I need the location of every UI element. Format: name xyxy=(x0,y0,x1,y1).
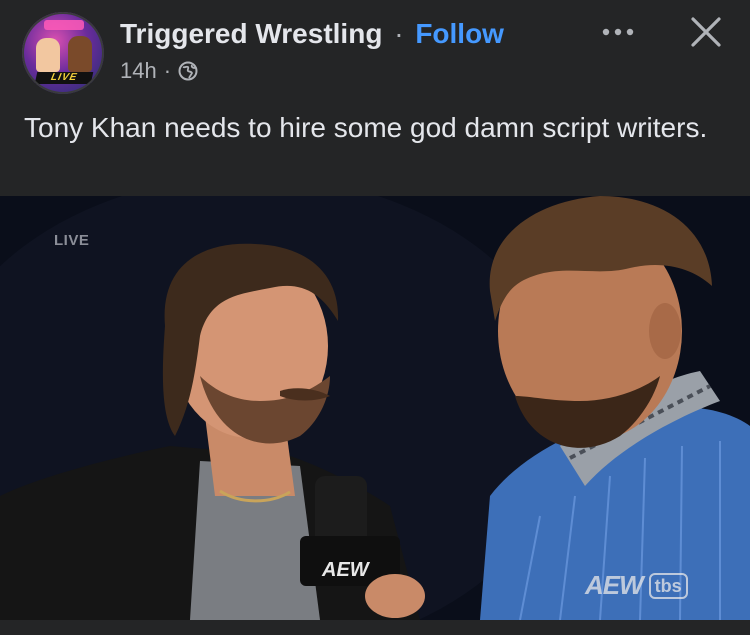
meta-separator: · xyxy=(163,58,172,83)
more-options-button[interactable] xyxy=(596,18,640,48)
name-separator: · xyxy=(394,18,404,49)
live-watermark: LIVE xyxy=(54,232,90,249)
broadcast-logo: AEW tbs xyxy=(585,570,688,601)
post-caption: Tony Khan needs to hire some god damn sc… xyxy=(24,112,708,143)
facebook-post: LIVE Triggered Wrestling · Follow 14h · xyxy=(0,0,750,635)
close-button[interactable] xyxy=(682,10,730,58)
post-meta: 14h · xyxy=(120,58,198,84)
page-name-link[interactable]: Triggered Wrestling xyxy=(120,18,382,49)
close-icon xyxy=(690,16,722,53)
post-bottom-edge xyxy=(0,620,750,635)
aew-logo-text: AEW xyxy=(585,570,644,600)
page-avatar[interactable]: LIVE xyxy=(22,12,104,94)
mic-flag-text: AEW xyxy=(321,559,371,581)
wrestling-photo-illustration: AEW xyxy=(0,196,750,620)
post-photo[interactable]: AEW LIVE AEW tbs xyxy=(0,196,750,620)
timestamp-link[interactable]: 14h xyxy=(120,58,157,84)
name-row: Triggered Wrestling · Follow xyxy=(120,18,504,50)
tbs-logo-text: tbs xyxy=(648,572,688,599)
follow-button[interactable]: Follow xyxy=(415,18,504,49)
avatar-ring xyxy=(22,12,104,94)
post-header: LIVE Triggered Wrestling · Follow 14h · xyxy=(0,0,750,100)
more-horizontal-icon xyxy=(600,24,636,42)
globe-icon[interactable] xyxy=(178,61,198,81)
